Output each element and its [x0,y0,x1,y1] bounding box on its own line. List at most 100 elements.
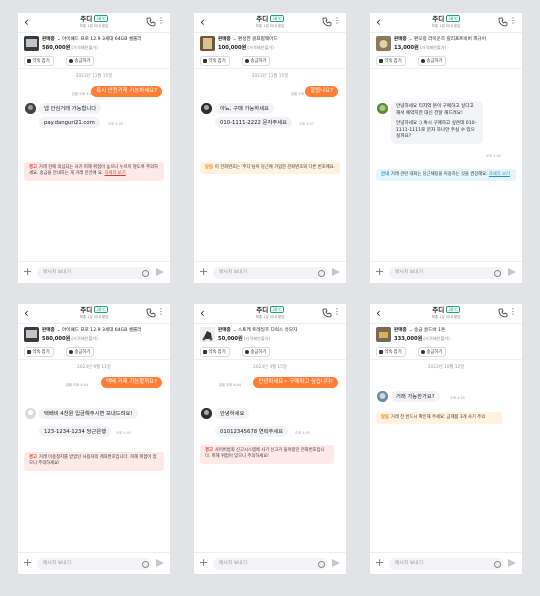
remit-button[interactable]: 송금하기 [418,56,447,66]
message-input[interactable]: 메시지 보내기 [213,558,328,570]
detail-link[interactable]: 자세히 보기 [489,172,510,177]
message-input[interactable]: 메시지 보내기 [389,558,504,570]
promise-button[interactable]: 약속 잡기 [24,56,54,66]
emoji-icon[interactable] [142,269,149,277]
message-input[interactable]: 메시지 보내기 [213,267,328,279]
temperature-badge: 38℃ [270,306,284,313]
product-thumbnail [24,327,39,342]
chat-screen-3: ‹ 주디 38℃ 보통 1분 이내 응답 ⋮ 판매중 ⌄ 편오랑 라이운즈 릴리프트… [370,13,522,283]
send-icon[interactable] [332,268,340,276]
product-price: 580,000원 [42,45,71,51]
product-price: 13,000원 [394,45,419,51]
promise-button[interactable]: 약속 잡기 [24,347,54,357]
message-time: 오후 4:47 [299,122,314,126]
my-message: 혹시 안전거래 가능하세요? [91,86,162,97]
send-icon[interactable] [156,559,164,567]
remit-button[interactable]: 송금하기 [242,56,271,66]
chat-screen-5: ‹ 주디 38℃ 보통 1분 이내 응답 ⋮ 판매중 ⌄ 스토케 트레일즈 디럭스 … [194,304,346,574]
my-message: 안녕하세요~ 구매하고 싶습니다! [253,377,338,388]
plus-icon[interactable]: + [23,557,32,569]
their-message: 010-1111-2222 문자주세요 [215,117,292,128]
their-message: 안녕하세요 [215,408,250,419]
more-icon[interactable]: ⋮ [509,307,517,317]
more-icon[interactable]: ⋮ [157,307,165,317]
input-bar: + 메시지 보내기 [370,261,522,283]
plus-icon[interactable]: + [23,266,32,278]
my-message: 팔렸나요? [305,86,338,97]
avatar [201,103,212,114]
more-icon[interactable]: ⋮ [509,16,517,26]
promise-button[interactable]: 약속 잡기 [200,56,230,66]
promise-button[interactable]: 약속 잡기 [200,347,230,357]
send-icon[interactable] [156,268,164,276]
phone-icon[interactable] [322,17,332,27]
plus-icon[interactable]: + [199,557,208,569]
price-note: (가격제안불가) [423,336,450,341]
send-icon[interactable] [332,559,340,567]
send-icon[interactable] [508,559,516,567]
remit-button[interactable]: 송금하기 [66,347,95,357]
phone-icon[interactable] [498,308,508,318]
product-info[interactable]: 판매중 ⌄ 스토케 트레일즈 디럭스 유모차 50,000원(가격제안불가) [200,326,342,344]
avatar [377,391,388,402]
plus-icon[interactable]: + [375,557,384,569]
product-info[interactable]: 판매중 ⌄ 아이패드 프로 12.9 3세대 64GB 셀룰러 580,000원(… [24,35,166,53]
product-info[interactable]: 판매중 ⌄ 송금 골드바 1돈 333,000원(가격제안불가) [376,326,518,344]
promise-button[interactable]: 약속 잡기 [376,56,406,66]
product-info[interactable]: 판매중 ⌄ 편성한 골프펌웨어드 100,000원(가격제안불가) [200,35,342,53]
avatar [25,408,36,419]
send-icon[interactable] [508,268,516,276]
price-note: (가격제안불가) [247,45,274,50]
won-icon [69,349,73,354]
chat-header: ‹ 주디 38℃ 보통 1분 이내 응답 ⋮ [18,304,170,324]
chat-header: ‹ 주디 38℃ 보통 1분 이내 응답 ⋮ [194,304,346,324]
won-icon [69,58,73,63]
plus-icon[interactable]: + [199,266,208,278]
emoji-icon[interactable] [494,560,501,568]
temperature-badge: 38℃ [94,306,108,313]
more-icon[interactable]: ⋮ [157,16,165,26]
plus-icon[interactable]: + [375,266,384,278]
input-bar: + 메시지 보내기 [18,261,170,283]
product-info[interactable]: 판매중 ⌄ 편오랑 라이운즈 릴리프트비버 피규어 13,000원(가격제안불가) [376,35,518,53]
product-info[interactable]: 판매중 ⌄ 아이패드 프로 12.9 3세대 64GB 셀룰러 580,000원(… [24,326,166,344]
calendar-icon [203,349,207,354]
remit-button[interactable]: 송금하기 [418,347,447,357]
more-icon[interactable]: ⋮ [333,16,341,26]
product-title: 송금 골드바 1돈 [414,328,446,333]
emoji-icon[interactable] [494,269,501,277]
product-thumbnail [376,36,391,51]
phone-icon[interactable] [498,17,508,27]
chat-screen-4: ‹ 주디 38℃ 보통 1분 이내 응답 ⋮ 판매중 ⌄ 아이패드 프로 12.9 … [18,304,170,574]
their-message: 아뇨, 구매 가능하세요 [215,103,274,114]
detail-link[interactable]: 자세히 보기 [105,171,126,176]
won-icon [245,58,249,63]
phone-icon[interactable] [146,17,156,27]
sale-status: 판매중 [218,37,231,42]
more-icon[interactable]: ⋮ [333,307,341,317]
remit-button[interactable]: 송금하기 [66,56,95,66]
caution-notice: 알림 거래 전 반드시 확인해 주세요: 금제품 3개 사기 주의 [376,412,502,425]
message-time: 오후 4:45 [108,122,123,126]
chat-screen-6: ‹ 주디 38℃ 보통 1분 이내 응답 ⋮ 판매중 ⌄ 송금 골드바 1돈 333… [370,304,522,574]
emoji-icon[interactable] [318,560,325,568]
warning-notice: 경고 사이버범죄 신고시스템에 사기 신고가 들어왔던 전화번호입니다. 피해 위… [200,445,334,464]
phone-icon[interactable] [146,308,156,318]
message-input[interactable]: 메시지 보내기 [37,267,152,279]
product-thumbnail [376,327,391,342]
calendar-icon [27,349,31,354]
emoji-icon[interactable] [142,560,149,568]
emoji-icon[interactable] [318,269,325,277]
temperature-badge: 38℃ [94,15,108,22]
promise-button[interactable]: 약속 잡기 [376,347,406,357]
their-message: 안녕하세요 티지역 분이 구매하고 싶다고 해서 예약지만 대신 전달 해드려요… [391,101,483,144]
message-input[interactable]: 메시지 보내기 [389,267,504,279]
product-title: 아이패드 프로 12.9 3세대 64GB 셀룰러 [62,37,142,42]
product-price: 580,000원 [42,336,71,342]
date-divider: 2023년 11월 15일 [75,74,113,79]
message-input[interactable]: 메시지 보내기 [37,558,152,570]
phone-icon[interactable] [322,308,332,318]
chat-header: ‹ 주디 38℃ 보통 1분 이내 응답 ⋮ [194,13,346,33]
remit-button[interactable]: 송금하기 [242,347,271,357]
temperature-badge: 38℃ [446,15,460,22]
